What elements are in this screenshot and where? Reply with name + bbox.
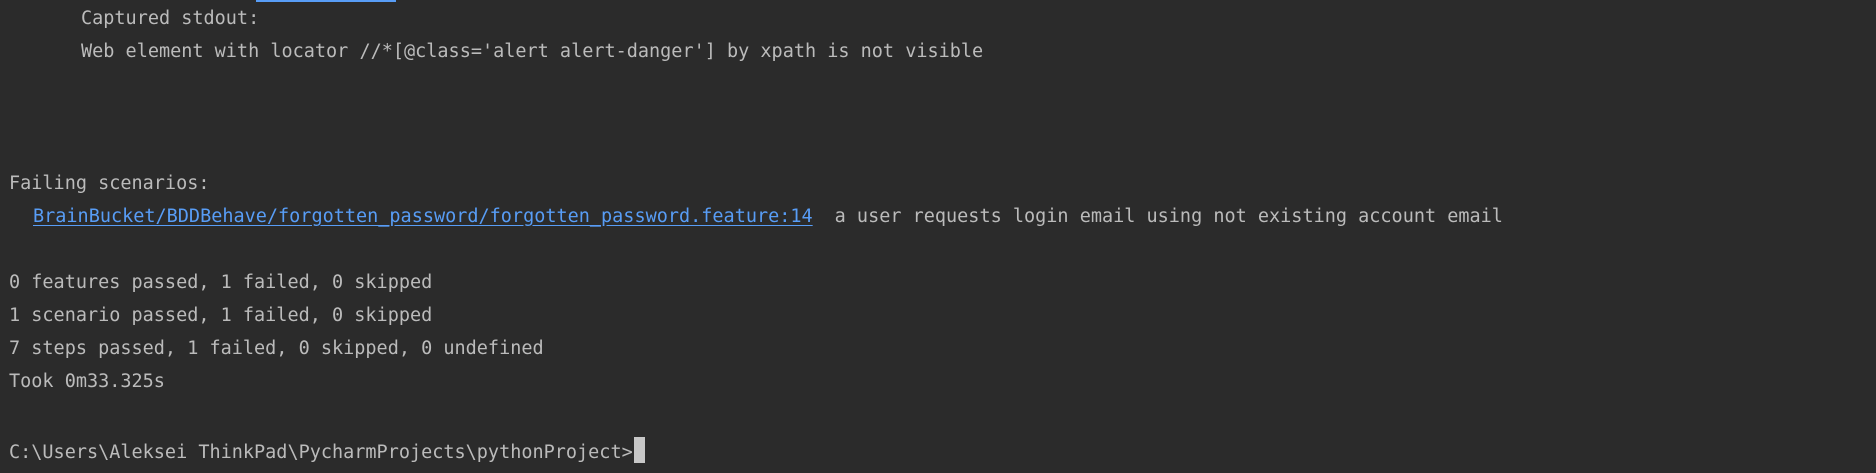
prompt-path: C:\Users\Aleksei ThinkPad\PycharmProject… <box>9 442 633 463</box>
text-cursor <box>633 437 645 463</box>
summary-features: 0 features passed, 1 failed, 0 skipped <box>9 272 433 293</box>
summary-steps: 7 steps passed, 1 failed, 0 skipped, 0 u… <box>9 338 544 359</box>
captured-stdout-message: Web element with locator //*[@class='ale… <box>81 41 984 62</box>
failing-scenario-link[interactable]: BrainBucket/BDDBehave/forgotten_password… <box>33 206 813 227</box>
top-link-fragment <box>256 0 396 2</box>
duration-text: Took 0m33.325s <box>9 371 165 392</box>
command-prompt[interactable]: C:\Users\Aleksei ThinkPad\PycharmProject… <box>9 437 645 464</box>
failing-scenarios-header: Failing scenarios: <box>9 173 210 194</box>
summary-scenarios: 1 scenario passed, 1 failed, 0 skipped <box>9 305 433 326</box>
captured-stdout-label: Captured stdout: <box>81 8 260 29</box>
failing-scenario-row: BrainBucket/BDDBehave/forgotten_password… <box>33 206 1503 228</box>
terminal-output[interactable]: Captured stdout: Web element with locato… <box>0 0 1876 473</box>
failing-scenario-name: a user requests login email using not ex… <box>834 206 1503 227</box>
